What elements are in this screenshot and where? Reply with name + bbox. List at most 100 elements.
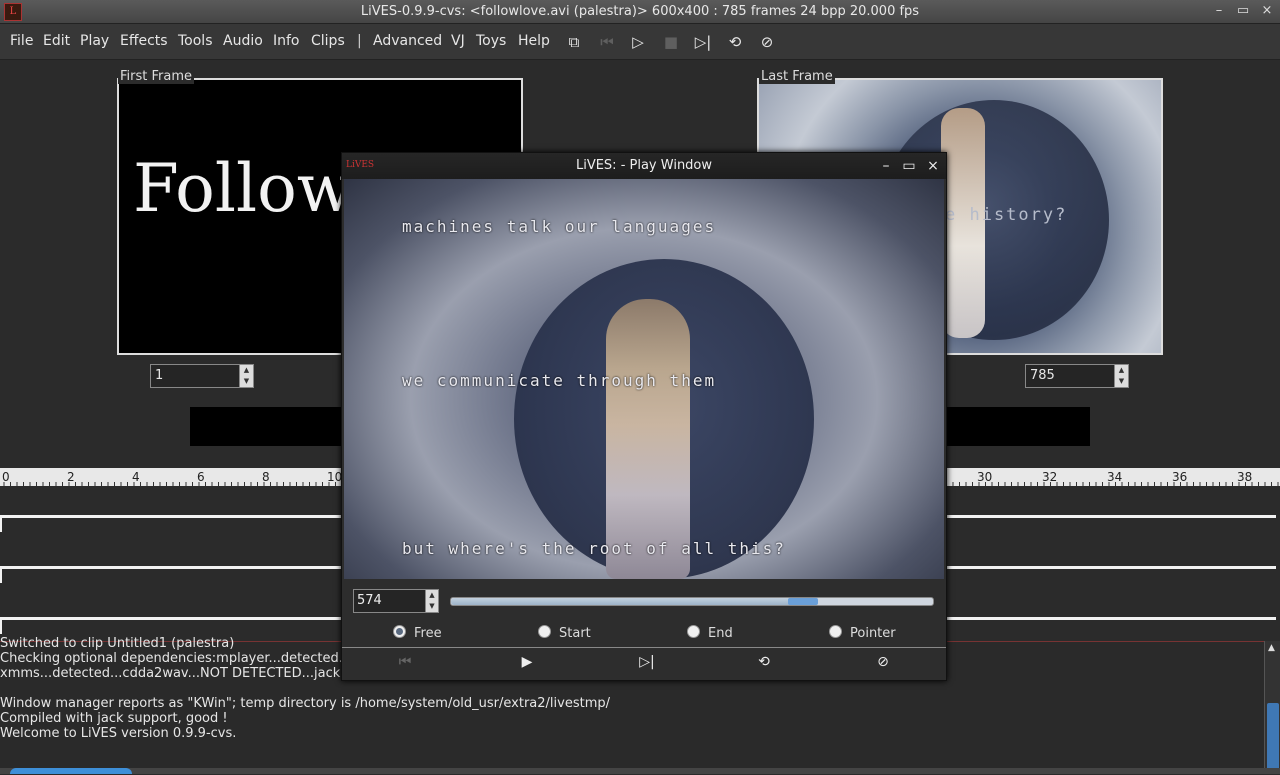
play-window-close-button[interactable]: × [924, 157, 942, 175]
menu-help[interactable]: Help [518, 33, 550, 49]
log-scrollbar[interactable]: ▲ [1264, 641, 1280, 774]
frame-value[interactable]: 574 [357, 593, 382, 608]
ruler-label-32: 32 [1042, 470, 1057, 484]
last-frame-value[interactable]: 785 [1030, 368, 1055, 383]
log-line: Window manager reports as "KWin"; temp d… [0, 696, 610, 711]
ruler-label-38: 38 [1237, 470, 1252, 484]
menu-vj[interactable]: VJ [451, 33, 465, 49]
log-line: Compiled with jack support, good ! [0, 711, 228, 726]
scroll-up-icon[interactable]: ▲ [1268, 643, 1275, 653]
radio-start[interactable]: Start [538, 625, 591, 643]
ruler-label-4: 4 [132, 470, 140, 484]
ruler-label-10: 10 [327, 470, 342, 484]
playback-slider-knob[interactable] [787, 598, 818, 605]
video-track-start [0, 516, 2, 532]
minimize-button[interactable]: – [1210, 3, 1228, 19]
fullscreen-icon[interactable]: ⧉ [564, 32, 584, 52]
play-selection-icon[interactable]: ▷| [693, 32, 713, 52]
radio-pointer[interactable]: Pointer [829, 625, 896, 643]
first-frame-spinner[interactable]: 1 ▲ ▼ [150, 364, 254, 388]
menu-edit[interactable]: Edit [43, 33, 70, 49]
radio-end-label: End [708, 626, 733, 641]
window-title: LiVES-0.9.9-cvs: <followlove.avi (palest… [360, 4, 920, 19]
ruler-label-36: 36 [1172, 470, 1187, 484]
menu-tools[interactable]: Tools [178, 33, 213, 49]
loop-icon[interactable]: ⟲ [752, 652, 776, 672]
video-display: machines talk our languages we communica… [344, 179, 944, 579]
log-line: Switched to clip Untitled1 (palestra) [0, 636, 235, 651]
play-window: LiVES LiVES: - Play Window – ▭ × machine… [341, 152, 947, 681]
radio-end-button[interactable] [687, 625, 700, 638]
maximize-button[interactable]: ▭ [1234, 3, 1252, 19]
radio-free-button[interactable] [393, 625, 406, 638]
menu-play[interactable]: Play [80, 33, 109, 49]
radio-free[interactable]: Free [393, 625, 442, 643]
frame-spinner[interactable]: 574 ▲ ▼ [353, 589, 439, 613]
menu-info[interactable]: Info [273, 33, 300, 49]
log-line: Checking optional dependencies:mplayer..… [0, 651, 352, 666]
last-frame-spinner[interactable]: 785 ▲ ▼ [1025, 364, 1129, 388]
audio-track-right-start [0, 618, 2, 634]
menu-separator: | [357, 33, 362, 49]
radio-start-label: Start [559, 626, 591, 641]
rewind-icon[interactable]: ⏮ [597, 32, 617, 52]
taskbar-start[interactable] [10, 768, 132, 774]
video-caption-3: but where's the root of all this? [402, 539, 786, 558]
audio-waveform-right [944, 407, 1090, 446]
spin-up-icon[interactable]: ▲ [1115, 365, 1128, 376]
radio-start-button[interactable] [538, 625, 551, 638]
play-icon[interactable]: ▶ [515, 652, 539, 672]
spin-down-icon[interactable]: ▼ [426, 601, 438, 612]
scrollbar-thumb[interactable] [1267, 703, 1279, 774]
play-window-title: LiVES: - Play Window [575, 158, 713, 173]
log-line: xmms...detected...cdda2wav...NOT DETECTE… [0, 666, 361, 681]
mute-icon[interactable]: ⊘ [757, 32, 777, 52]
ruler-label-34: 34 [1107, 470, 1122, 484]
taskbar [0, 768, 1280, 774]
ruler-label-8: 8 [262, 470, 270, 484]
spin-down-icon[interactable]: ▼ [240, 376, 253, 387]
radio-free-label: Free [414, 626, 442, 641]
menu-file[interactable]: File [10, 33, 33, 49]
play-window-divider [342, 647, 946, 648]
radio-end[interactable]: End [687, 625, 733, 643]
last-frame-label: Last Frame [759, 69, 835, 84]
audio-waveform-left [190, 407, 342, 446]
ruler-label-6: 6 [197, 470, 205, 484]
main-titlebar: L LiVES-0.9.9-cvs: <followlove.avi (pale… [0, 0, 1280, 24]
menubar: File Edit Play Effects Tools Audio Info … [0, 24, 1280, 60]
radio-pointer-label: Pointer [850, 626, 896, 641]
video-caption-1: machines talk our languages [402, 217, 717, 236]
menu-audio[interactable]: Audio [223, 33, 263, 49]
close-button[interactable]: × [1258, 3, 1276, 19]
play-selection-icon[interactable]: ▷| [635, 652, 659, 672]
playback-slider-fill [451, 598, 803, 605]
log-line: Welcome to LiVES version 0.9.9-cvs. [0, 726, 237, 741]
menu-advanced[interactable]: Advanced [373, 33, 442, 49]
first-frame-text: Follow [133, 150, 354, 227]
mute-icon[interactable]: ⊘ [871, 652, 895, 672]
playback-slider[interactable] [450, 597, 934, 606]
rewind-icon[interactable]: ⏮ [393, 652, 417, 672]
play-window-minimize-button[interactable]: – [877, 157, 895, 175]
first-frame-label: First Frame [118, 69, 194, 84]
spin-up-icon[interactable]: ▲ [426, 590, 438, 601]
play-window-titlebar[interactable]: LiVES LiVES: - Play Window – ▭ × [342, 153, 946, 179]
ruler-label-0: 0 [2, 470, 10, 484]
audio-track-left-start [0, 567, 2, 583]
play-icon[interactable]: ▷ [628, 32, 648, 52]
spin-down-icon[interactable]: ▼ [1115, 376, 1128, 387]
menu-toys[interactable]: Toys [476, 33, 506, 49]
ruler-label-30: 30 [977, 470, 992, 484]
last-frame-text: e history? [945, 205, 1068, 225]
radio-pointer-button[interactable] [829, 625, 842, 638]
ruler-label-2: 2 [67, 470, 75, 484]
first-frame-value[interactable]: 1 [155, 368, 163, 383]
menu-clips[interactable]: Clips [311, 33, 345, 49]
loop-icon[interactable]: ⟲ [725, 32, 745, 52]
video-caption-2: we communicate through them [402, 371, 717, 390]
menu-effects[interactable]: Effects [120, 33, 168, 49]
stop-icon[interactable]: ■ [661, 32, 681, 52]
play-window-maximize-button[interactable]: ▭ [900, 157, 918, 175]
spin-up-icon[interactable]: ▲ [240, 365, 253, 376]
